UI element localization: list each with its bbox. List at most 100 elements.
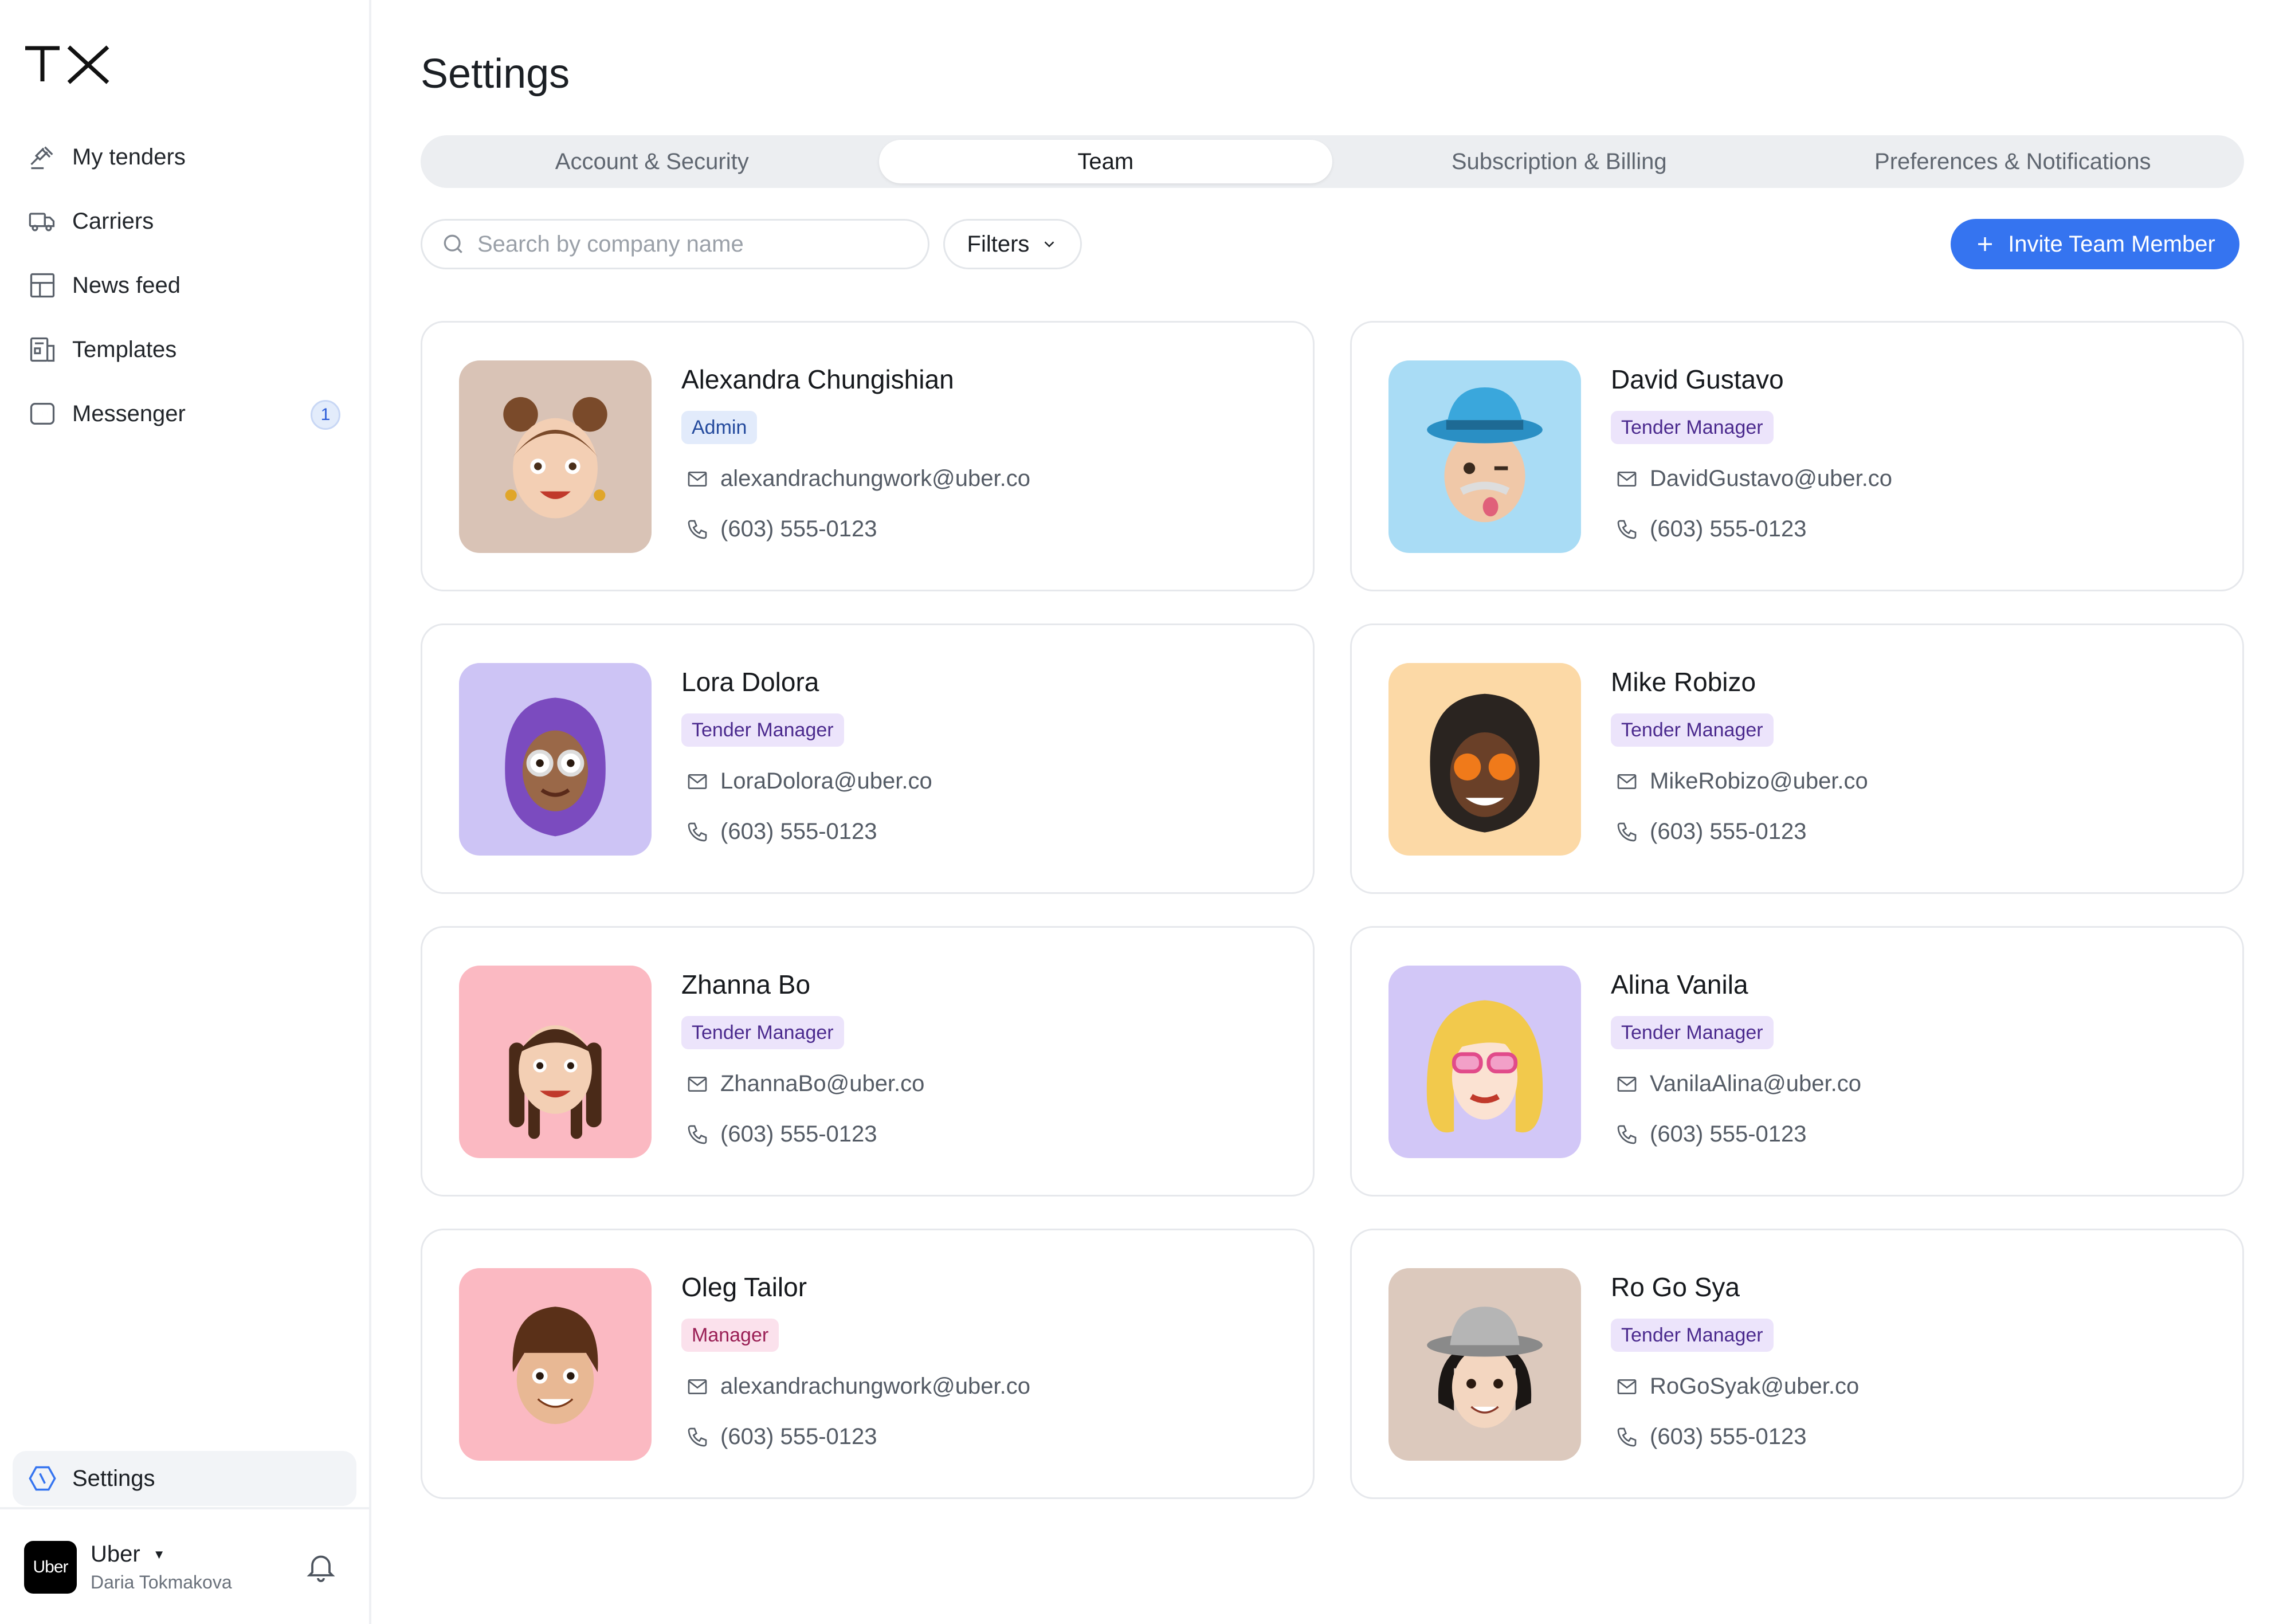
mail-icon: [688, 774, 707, 789]
company-info: Uber ▼ Daria Tokmakova: [91, 1541, 232, 1593]
role-badge: Tender Manager: [681, 1016, 844, 1049]
team-member-card[interactable]: Lora Dolora Tender Manager LoraDolora@ub…: [421, 623, 1315, 894]
avatar: [459, 360, 652, 553]
member-email[interactable]: LoraDolora@uber.co: [686, 768, 932, 794]
sidebar-item-carriers[interactable]: Carriers: [13, 194, 359, 249]
email-text: alexandrachungwork@uber.co: [720, 466, 1030, 491]
role-badge: Tender Manager: [1611, 1319, 1774, 1352]
truck-icon: [26, 205, 58, 237]
filters-button[interactable]: Filters: [943, 219, 1082, 269]
role-badge: Admin: [681, 411, 758, 444]
sidebar-item-label: Messenger: [72, 401, 186, 426]
mail-icon: [1617, 774, 1637, 789]
phone-text: (603) 555-0123: [720, 1121, 877, 1147]
bell-icon[interactable]: [304, 1550, 338, 1584]
member-name: David Gustavo: [1611, 364, 1784, 394]
phone-icon: [1617, 822, 1637, 841]
member-name: Oleg Tailor: [681, 1272, 807, 1302]
search-input[interactable]: [477, 231, 913, 257]
sidebar-item-news-feed[interactable]: News feed: [13, 258, 359, 313]
settings-tabs: Account & Security Team Subscription & B…: [421, 135, 2244, 188]
phone-text: (603) 555-0123: [1650, 516, 1807, 542]
company-switcher[interactable]: Uber Uber ▼ Daria Tokmakova: [24, 1536, 356, 1599]
tab-preferences-notifications[interactable]: Preferences & Notifications: [1786, 140, 2240, 183]
phone-icon: [1617, 1427, 1637, 1446]
phone-text: (603) 555-0123: [720, 1424, 877, 1449]
mail-icon: [1617, 471, 1637, 487]
sidebar-item-label: Templates: [72, 336, 177, 362]
sidebar-item-messenger[interactable]: Messenger 1: [13, 386, 359, 441]
chat-icon: [26, 398, 58, 430]
member-email[interactable]: DavidGustavo@uber.co: [1615, 466, 1892, 492]
phone-text: (603) 555-0123: [1650, 819, 1807, 844]
gavel-icon: [26, 141, 58, 173]
template-icon: [26, 334, 58, 366]
member-phone[interactable]: (603) 555-0123: [686, 516, 877, 542]
mail-icon: [1617, 1379, 1637, 1394]
company-logo: Uber: [24, 1541, 77, 1594]
member-email[interactable]: RoGoSyak@uber.co: [1615, 1374, 1859, 1399]
sidebar-item-label: Carriers: [72, 208, 154, 234]
member-name: Lora Dolora: [681, 667, 819, 697]
member-email[interactable]: alexandrachungwork@uber.co: [686, 466, 1030, 492]
team-member-card[interactable]: David Gustavo Tender Manager DavidGustav…: [1350, 321, 2244, 591]
invite-team-member-button[interactable]: Invite Team Member: [1951, 219, 2239, 269]
avatar: [1388, 966, 1581, 1158]
phone-text: (603) 555-0123: [1650, 1121, 1807, 1147]
member-name: Zhanna Bo: [681, 970, 811, 999]
member-phone[interactable]: (603) 555-0123: [686, 819, 877, 845]
email-text: LoraDolora@uber.co: [720, 768, 932, 794]
role-badge: Manager: [681, 1319, 779, 1352]
sidebar-item-my-tenders[interactable]: My tenders: [13, 130, 359, 185]
role-badge: Tender Manager: [1611, 411, 1774, 444]
search-icon: [444, 234, 462, 253]
sidebar-item-settings[interactable]: Settings: [13, 1451, 356, 1506]
member-phone[interactable]: (603) 555-0123: [686, 1424, 877, 1450]
unread-count-badge: 1: [311, 400, 340, 430]
role-badge: Tender Manager: [1611, 713, 1774, 747]
member-phone[interactable]: (603) 555-0123: [1615, 1424, 1807, 1450]
member-email[interactable]: alexandrachungwork@uber.co: [686, 1374, 1030, 1399]
grid-icon: [26, 269, 58, 301]
member-email[interactable]: ZhannaBo@uber.co: [686, 1071, 924, 1097]
sidebar-item-templates[interactable]: Templates: [13, 322, 359, 377]
current-user-name: Daria Tokmakova: [91, 1572, 232, 1592]
phone-icon: [688, 1125, 707, 1144]
team-member-card[interactable]: Alina Vanila Tender Manager VanilaAlina@…: [1350, 926, 2244, 1197]
email-text: RoGoSyak@uber.co: [1650, 1374, 1860, 1399]
member-email[interactable]: MikeRobizo@uber.co: [1615, 768, 1868, 794]
member-name: Alexandra Chungishian: [681, 364, 954, 394]
avatar: [1388, 1268, 1581, 1461]
avatar: [459, 966, 652, 1158]
settings-icon: [26, 1462, 58, 1494]
phone-icon: [688, 1427, 707, 1446]
phone-icon: [1617, 1125, 1637, 1144]
phone-text: (603) 555-0123: [1650, 1424, 1807, 1449]
team-member-card[interactable]: Mike Robizo Tender Manager MikeRobizo@ub…: [1350, 623, 2244, 894]
phone-icon: [1617, 520, 1637, 539]
member-email[interactable]: VanilaAlina@uber.co: [1615, 1071, 1861, 1097]
phone-icon: [688, 822, 707, 841]
member-phone[interactable]: (603) 555-0123: [686, 1121, 877, 1147]
tab-team[interactable]: Team: [878, 140, 1332, 183]
member-phone[interactable]: (603) 555-0123: [1615, 1121, 1807, 1147]
team-member-card[interactable]: Alexandra Chungishian Admin alexandrachu…: [421, 321, 1315, 591]
tab-account-security[interactable]: Account & Security: [425, 140, 879, 183]
role-badge: Tender Manager: [681, 713, 844, 747]
email-text: VanilaAlina@uber.co: [1650, 1071, 1861, 1096]
phone-text: (603) 555-0123: [720, 516, 877, 542]
avatar: [1388, 663, 1581, 856]
sidebar-item-label: Settings: [72, 1465, 155, 1491]
member-phone[interactable]: (603) 555-0123: [1615, 819, 1807, 845]
team-member-card[interactable]: Ro Go Sya Tender Manager RoGoSyak@uber.c…: [1350, 1229, 2244, 1499]
caret-down-icon: ▼: [152, 1547, 166, 1562]
tx-logo[interactable]: [24, 44, 110, 85]
member-phone[interactable]: (603) 555-0123: [1615, 516, 1807, 542]
chevron-down-icon: [1045, 241, 1054, 248]
team-member-card[interactable]: Oleg Tailor Manager alexandrachungwork@u…: [421, 1229, 1315, 1499]
plus-icon: [1978, 237, 1992, 251]
page-title: Settings: [421, 51, 570, 97]
tab-subscription-billing[interactable]: Subscription & Billing: [1332, 140, 1786, 183]
team-member-card[interactable]: Zhanna Bo Tender Manager ZhannaBo@uber.c…: [421, 926, 1315, 1197]
avatar: [459, 1268, 652, 1461]
